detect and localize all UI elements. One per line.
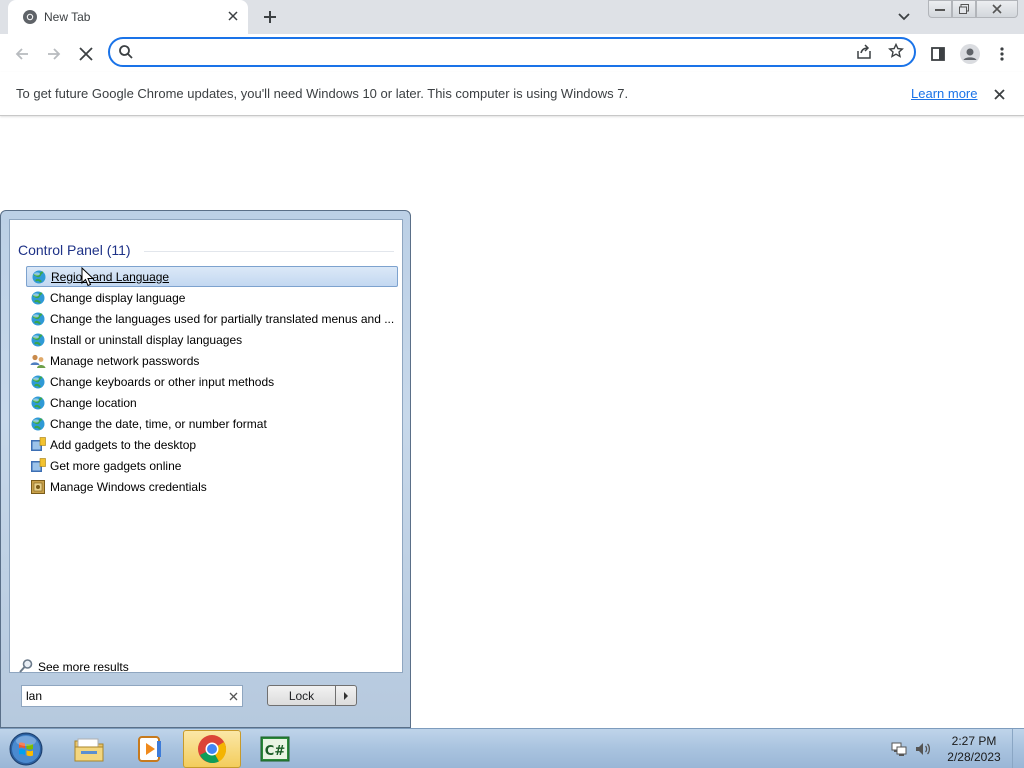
clock-time: 2:27 PM — [951, 734, 997, 748]
profile-icon[interactable] — [956, 40, 984, 68]
tab-strip: New Tab — [0, 0, 1024, 34]
minimize-button[interactable] — [928, 0, 952, 18]
search-results-pane: Control Panel (11) Region and Language C… — [9, 219, 403, 674]
result-label: Change keyboards or other input methods — [50, 374, 275, 389]
stop-icon[interactable] — [72, 40, 100, 68]
result-change-partially-translated-languages[interactable]: Change the languages used for partially … — [26, 308, 398, 329]
forward-icon[interactable] — [40, 40, 68, 68]
infobar-close-icon[interactable] — [990, 85, 1008, 103]
result-label: Region and Language — [51, 269, 170, 284]
users-icon — [30, 353, 46, 369]
chevron-down-icon[interactable] — [894, 7, 914, 27]
globe-icon — [30, 311, 46, 327]
start-menu: Control Panel (11) Region and Language C… — [0, 210, 411, 728]
lock-button[interactable]: Lock — [267, 685, 336, 706]
globe-icon — [30, 395, 46, 411]
tab-new-tab[interactable]: New Tab — [8, 0, 248, 34]
svg-text:C#: C# — [265, 744, 286, 759]
result-label: Add gadgets to the desktop — [50, 437, 197, 452]
result-change-date-time-format[interactable]: Change the date, time, or number format — [26, 413, 398, 434]
result-label: Change the languages used for partially … — [50, 311, 395, 326]
result-change-keyboards[interactable]: Change keyboards or other input methods — [26, 371, 398, 392]
result-change-location[interactable]: Change location — [26, 392, 398, 413]
gadgets-icon — [30, 457, 46, 474]
explorer-icon[interactable] — [60, 730, 118, 768]
globe-icon — [30, 374, 46, 390]
chrome-icon[interactable] — [183, 730, 241, 768]
vault-icon — [30, 479, 46, 495]
close-window-button[interactable] — [976, 0, 1018, 18]
result-label: Manage network passwords — [50, 353, 200, 368]
show-desktop-button[interactable] — [1012, 729, 1024, 768]
group-divider — [144, 251, 394, 252]
update-infobar: To get future Google Chrome updates, you… — [0, 72, 1024, 116]
see-more-label: See more results — [38, 660, 129, 674]
result-install-display-languages[interactable]: Install or uninstall display languages — [26, 329, 398, 350]
menu-icon[interactable] — [988, 40, 1016, 68]
result-label: Manage Windows credentials — [50, 479, 207, 494]
side-panel-icon[interactable] — [924, 40, 952, 68]
infobar-message: To get future Google Chrome updates, you… — [16, 86, 629, 101]
result-label: Install or uninstall display languages — [50, 332, 243, 347]
taskbar: C# 2:27 PM 2/28/2023 — [0, 728, 1024, 768]
bookmark-star-icon[interactable] — [888, 42, 904, 62]
taskbar-clock[interactable]: 2:27 PM 2/28/2023 — [940, 733, 1008, 765]
start-search-row: Lock — [1, 673, 410, 727]
start-search-input[interactable] — [26, 688, 216, 704]
address-bar[interactable] — [108, 37, 916, 67]
mouse-cursor-icon — [81, 267, 95, 287]
learn-more-link[interactable]: Learn more — [911, 86, 977, 101]
gadgets-icon — [30, 436, 46, 453]
network-icon[interactable] — [890, 741, 908, 757]
result-label: Change display language — [50, 290, 186, 305]
lock-options-button[interactable] — [335, 685, 357, 706]
globe-icon — [30, 416, 46, 432]
chrome-favicon-icon — [22, 9, 38, 25]
tab-title: New Tab — [44, 10, 91, 24]
results-group-header[interactable]: Control Panel (11) — [18, 242, 131, 258]
globe-icon — [31, 269, 47, 285]
result-add-gadgets[interactable]: Add gadgets to the desktop — [26, 434, 398, 455]
result-get-more-gadgets[interactable]: Get more gadgets online — [26, 455, 398, 476]
clear-search-icon[interactable] — [226, 689, 240, 703]
restore-button[interactable] — [952, 0, 976, 18]
csharp-icon[interactable]: C# — [246, 730, 304, 768]
volume-icon[interactable] — [914, 741, 932, 757]
start-search-box[interactable] — [21, 685, 243, 707]
globe-icon — [30, 332, 46, 348]
share-icon[interactable] — [856, 44, 872, 63]
tab-close-icon[interactable] — [224, 7, 242, 25]
result-label: Change the date, time, or number format — [50, 416, 267, 431]
new-tab-button[interactable] — [258, 5, 282, 29]
search-icon — [118, 44, 134, 63]
clock-date: 2/28/2023 — [947, 750, 1001, 764]
result-label: Change location — [50, 395, 137, 410]
result-manage-windows-credentials[interactable]: Manage Windows credentials — [26, 476, 398, 497]
address-input[interactable] — [144, 42, 844, 62]
result-label: Get more gadgets online — [50, 458, 182, 473]
result-change-display-language[interactable]: Change display language — [26, 287, 398, 308]
back-icon[interactable] — [8, 40, 36, 68]
start-orb-icon[interactable] — [6, 730, 46, 768]
globe-icon — [30, 290, 46, 306]
result-manage-network-passwords[interactable]: Manage network passwords — [26, 350, 398, 371]
media-player-icon[interactable] — [121, 730, 179, 768]
browser-toolbar — [0, 34, 1024, 72]
